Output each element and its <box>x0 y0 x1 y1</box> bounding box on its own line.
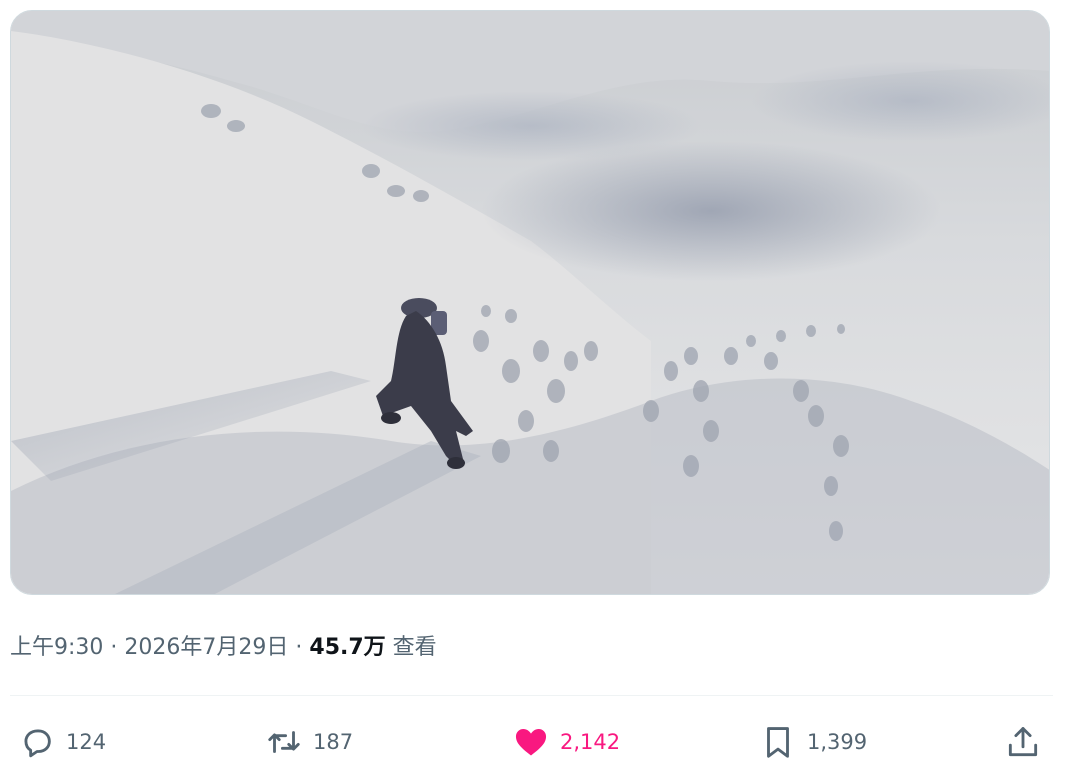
reply-icon <box>24 729 51 758</box>
snow-scene-image <box>11 11 1049 594</box>
retweet-button[interactable]: 187 <box>265 720 353 764</box>
views-label[interactable]: 查看 <box>393 635 437 660</box>
tweet-meta: 上午9:30 · 2026年7月29日 · 45.7万 查看 <box>10 628 437 668</box>
reply-button[interactable]: 124 <box>18 720 106 764</box>
reply-count: 124 <box>66 730 107 754</box>
like-count: 2,142 <box>560 730 621 754</box>
meta-separator: · <box>295 635 303 660</box>
retweet-count: 187 <box>313 730 354 754</box>
bookmark-icon <box>767 727 789 758</box>
tweet-time[interactable]: 上午9:30 <box>10 635 103 660</box>
tweet-date[interactable]: 2026年7月29日 <box>124 635 288 660</box>
views-count[interactable]: 45.7万 <box>309 635 385 660</box>
retweet-icon <box>268 731 300 753</box>
bookmark-count: 1,399 <box>807 730 868 754</box>
heart-icon <box>515 729 547 756</box>
meta-separator: · <box>110 635 118 660</box>
like-button[interactable]: 2,142 <box>512 720 620 764</box>
tweet-media-video[interactable] <box>10 10 1050 595</box>
divider <box>10 695 1053 696</box>
bookmark-button[interactable]: 1,399 <box>759 720 867 764</box>
share-button[interactable] <box>1004 720 1042 764</box>
share-icon <box>1008 727 1038 757</box>
